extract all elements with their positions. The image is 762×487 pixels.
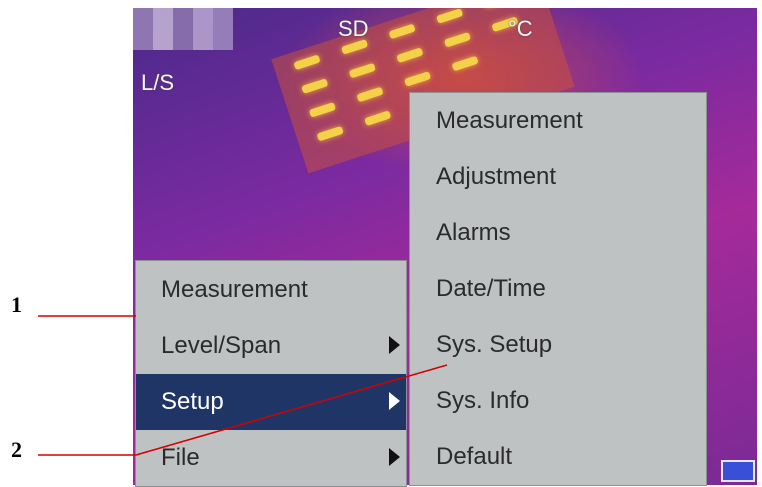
menu-item-measurement[interactable]: Measurement xyxy=(136,262,406,318)
submenu-item-label: Sys. Setup xyxy=(436,331,553,358)
submenu-arrow-icon xyxy=(389,448,400,466)
thermal-hotspot xyxy=(301,78,329,94)
mode-indicator: L/S xyxy=(141,70,175,95)
menu-item-label: Level/Span xyxy=(161,332,282,359)
submenu-arrow-icon xyxy=(389,336,400,354)
submenu-arrow-icon xyxy=(389,392,400,410)
submenu-item-label: Alarms xyxy=(436,219,511,246)
submenu-item-alarms[interactable]: Alarms xyxy=(410,205,706,261)
submenu-item-default[interactable]: Default xyxy=(410,429,706,485)
submenu-item-label: Default xyxy=(436,443,513,470)
callout-label-1: 1 xyxy=(11,292,22,317)
submenu-item-date-time[interactable]: Date/Time xyxy=(410,261,706,317)
submenu-item-label: Measurement xyxy=(436,107,583,134)
temperature-unit: °C xyxy=(508,16,533,41)
menu-item-label: Measurement xyxy=(161,276,308,303)
thermal-hotspot xyxy=(293,54,321,71)
menu-item-setup[interactable]: Setup xyxy=(136,374,406,430)
submenu-item-adjustment[interactable]: Adjustment xyxy=(410,149,706,205)
thermal-hotspot xyxy=(348,62,376,79)
thermal-hotspot xyxy=(316,125,344,142)
menu-item-level-span[interactable]: Level/Span xyxy=(136,318,406,374)
submenu-item-label: Date/Time xyxy=(436,275,546,302)
submenu-item-measurement[interactable]: Measurement xyxy=(410,93,706,149)
submenu-item-label: Adjustment xyxy=(436,163,557,190)
thermal-hotspot xyxy=(443,31,472,48)
pixelated-palette-indicator xyxy=(133,8,233,50)
setup-submenu: Measurement Adjustment Alarms Date/Time … xyxy=(409,92,707,486)
submenu-item-sys-setup[interactable]: Sys. Setup xyxy=(410,317,706,373)
thermal-hotspot xyxy=(364,110,392,127)
thermal-hotspot xyxy=(436,8,464,24)
thermal-hotspot xyxy=(356,86,384,103)
menu-item-file[interactable]: File xyxy=(136,430,406,486)
sd-card-indicator: SD xyxy=(338,16,369,41)
thermal-hotspot xyxy=(396,47,424,64)
callout-label-2: 2 xyxy=(11,437,22,462)
menu-item-label: File xyxy=(161,444,200,471)
thermal-hotspot xyxy=(308,102,337,118)
battery-icon xyxy=(721,460,755,482)
thermal-hotspot xyxy=(388,23,416,40)
submenu-item-label: Sys. Info xyxy=(436,387,530,414)
thermal-hotspot xyxy=(451,55,479,72)
main-menu: Measurement Level/Span Setup File xyxy=(135,260,407,487)
menu-item-label: Setup xyxy=(161,388,224,415)
thermal-hotspot xyxy=(403,71,432,87)
submenu-item-sys-info[interactable]: Sys. Info xyxy=(410,373,706,429)
